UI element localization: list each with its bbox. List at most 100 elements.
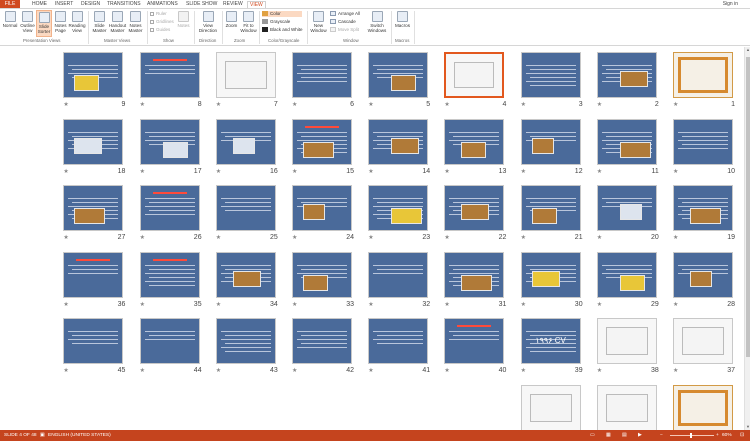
macros-button[interactable]: Macros (394, 10, 411, 37)
transition-star-icon[interactable]: ★ (292, 367, 297, 374)
view-direction-button[interactable]: View Direction (196, 10, 220, 37)
transition-star-icon[interactable]: ★ (597, 301, 602, 308)
slide-thumbnail[interactable] (215, 185, 276, 231)
transition-star-icon[interactable]: ★ (673, 101, 678, 108)
transition-star-icon[interactable]: ★ (597, 367, 602, 374)
tab-view[interactable]: VIEW (247, 1, 266, 8)
slide-thumbnail[interactable] (139, 52, 200, 98)
slide-thumbnail[interactable] (139, 318, 200, 364)
reading-view-button[interactable]: Reading View (68, 10, 86, 37)
transition-star-icon[interactable]: ★ (597, 101, 602, 108)
transition-star-icon[interactable]: ★ (292, 101, 297, 108)
ruler-checkbox[interactable]: Ruler (150, 11, 167, 17)
slide-master-button[interactable]: Slide Master (91, 10, 108, 37)
slide-thumbnail[interactable] (596, 52, 657, 98)
slide-thumbnail[interactable] (673, 384, 733, 430)
slide-thumbnail[interactable] (292, 251, 352, 298)
tab-review[interactable]: REVIEW (221, 1, 245, 8)
slide-thumbnail[interactable] (444, 251, 505, 298)
slide-thumbnail[interactable] (368, 118, 429, 165)
arrange-all-button[interactable]: Arrange All (330, 11, 360, 17)
tab-insert[interactable]: INSERT (53, 1, 75, 8)
slide-thumbnail[interactable] (292, 318, 352, 364)
zoom-out-icon[interactable]: − (660, 430, 663, 441)
scrollbar-thumb[interactable] (746, 57, 750, 357)
outline-view-button[interactable]: Outline View (19, 10, 36, 37)
zoom-level[interactable]: 60% (722, 430, 732, 441)
transition-star-icon[interactable]: ★ (673, 367, 678, 374)
slide-thumbnail[interactable] (368, 185, 429, 231)
slide-thumbnail[interactable] (673, 318, 733, 364)
switch-windows-button[interactable]: Switch Windows (366, 10, 388, 37)
slide-thumbnail[interactable] (673, 52, 733, 98)
slide-thumbnail[interactable] (520, 185, 581, 231)
handout-master-button[interactable]: Handout Master (108, 10, 127, 37)
cascade-button[interactable]: Cascade (330, 19, 356, 25)
transition-star-icon[interactable]: ★ (368, 367, 373, 374)
transition-star-icon[interactable]: ★ (521, 301, 526, 308)
notes-button[interactable]: Notes (176, 10, 191, 37)
transition-star-icon[interactable]: ★ (521, 234, 526, 241)
transition-star-icon[interactable]: ★ (216, 301, 221, 308)
slide-thumbnail[interactable] (444, 318, 505, 364)
transition-star-icon[interactable]: ★ (444, 168, 449, 175)
transition-star-icon[interactable]: ★ (292, 168, 297, 175)
grayscale-button[interactable]: Grayscale (262, 19, 290, 25)
slide-thumbnail[interactable] (215, 52, 276, 98)
slide-thumbnail[interactable] (63, 251, 124, 298)
slide-thumbnail[interactable] (520, 251, 581, 298)
tab-file[interactable]: FILE (0, 0, 20, 8)
slide-thumbnail[interactable] (520, 118, 581, 165)
slide-thumbnail[interactable] (63, 118, 124, 165)
transition-star-icon[interactable]: ★ (597, 168, 602, 175)
slide-thumbnail[interactable] (63, 52, 124, 98)
transition-star-icon[interactable]: ★ (140, 301, 145, 308)
slide-thumbnail[interactable] (368, 251, 429, 298)
fit-slide-icon[interactable]: ⊡ (740, 430, 744, 441)
transition-star-icon[interactable]: ★ (63, 367, 68, 374)
transition-star-icon[interactable]: ★ (368, 101, 373, 108)
slide-sorter-button[interactable]: Slide Sorter (36, 10, 52, 37)
transition-star-icon[interactable]: ★ (673, 234, 678, 241)
scroll-up-arrow-icon[interactable]: ▲ (745, 47, 750, 53)
gridlines-checkbox[interactable]: Gridlines (150, 19, 174, 25)
fit-to-window-button[interactable]: Fit to Window (240, 10, 257, 37)
proofing-icon[interactable]: ▣ (40, 430, 45, 441)
slide-thumbnail[interactable] (292, 185, 352, 231)
transition-star-icon[interactable]: ★ (216, 234, 221, 241)
tab-home[interactable]: HOME (30, 1, 49, 8)
transition-star-icon[interactable]: ★ (521, 367, 526, 374)
transition-star-icon[interactable]: ★ (216, 168, 221, 175)
transition-star-icon[interactable]: ★ (140, 234, 145, 241)
black-and-white-button[interactable]: Black and White (262, 27, 303, 33)
transition-star-icon[interactable]: ★ (444, 301, 449, 308)
slide-thumbnail[interactable] (520, 52, 581, 98)
vertical-scrollbar[interactable]: ▲ ▼ (744, 47, 750, 430)
slide-thumbnail[interactable] (444, 185, 505, 231)
transition-star-icon[interactable]: ★ (140, 367, 145, 374)
transition-star-icon[interactable]: ★ (292, 234, 297, 241)
slide-sorter-status-icon[interactable]: ▦ (606, 430, 611, 441)
slide-thumbnail[interactable] (673, 251, 733, 298)
transition-star-icon[interactable]: ★ (63, 234, 68, 241)
slide-thumbnail[interactable] (673, 185, 733, 231)
transition-star-icon[interactable]: ★ (368, 301, 373, 308)
slide-thumbnail[interactable] (673, 118, 733, 165)
slide-thumbnail[interactable] (596, 185, 657, 231)
slide-thumbnail[interactable] (368, 318, 429, 364)
slide-thumbnail[interactable] (215, 118, 276, 165)
sign-in-link[interactable]: Sign in (723, 1, 738, 7)
transition-star-icon[interactable]: ★ (292, 301, 297, 308)
slide-thumbnail[interactable] (292, 118, 352, 165)
transition-star-icon[interactable]: ★ (63, 301, 68, 308)
language-indicator[interactable]: ENGLISH (UNITED STATES) (48, 430, 111, 441)
zoom-slider-track[interactable] (670, 435, 714, 436)
transition-star-icon[interactable]: ★ (63, 168, 68, 175)
slide-thumbnail[interactable] (139, 118, 200, 165)
tab-transitions[interactable]: TRANSITIONS (105, 1, 143, 8)
zoom-slider-thumb[interactable] (690, 433, 692, 438)
transition-star-icon[interactable]: ★ (368, 168, 373, 175)
transition-star-icon[interactable]: ★ (444, 367, 449, 374)
tab-design[interactable]: DESIGN (79, 1, 102, 8)
slide-thumbnail[interactable] (444, 118, 505, 165)
